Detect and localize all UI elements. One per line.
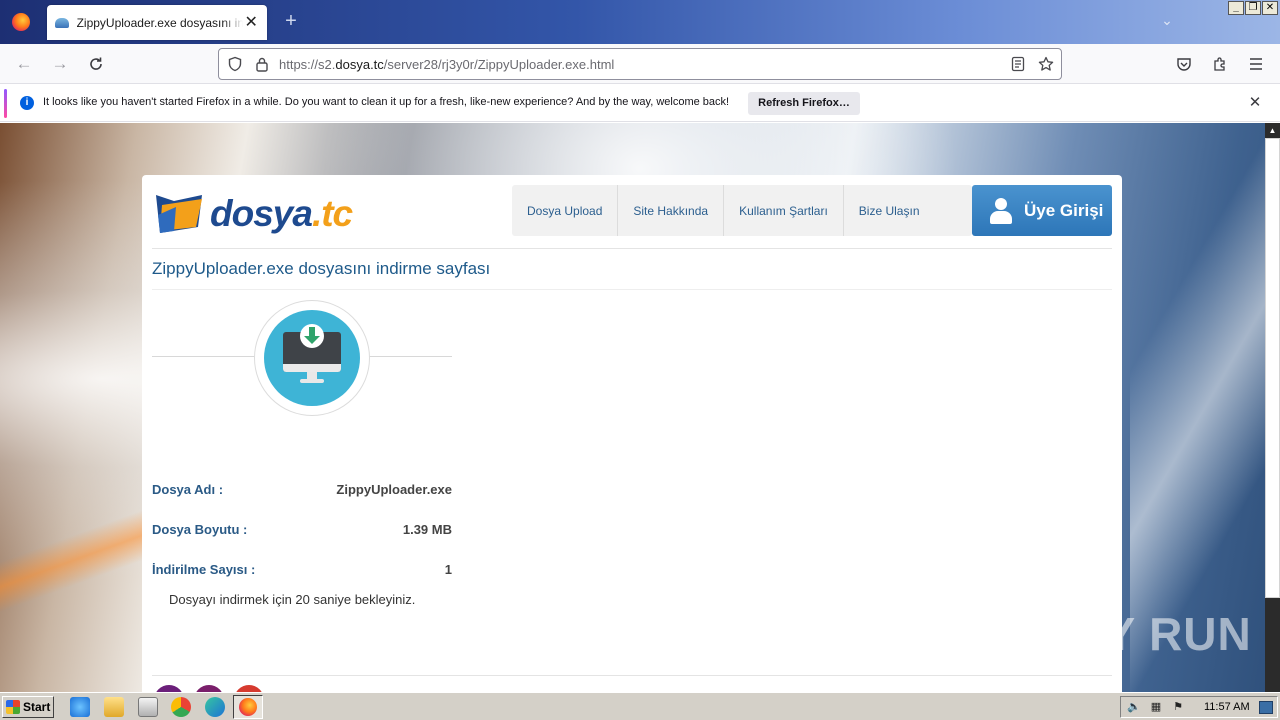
pocket-icon[interactable] bbox=[1174, 54, 1194, 74]
file-name-row: Dosya Adı : ZippyUploader.exe bbox=[152, 482, 452, 502]
top-navigation: Dosya Upload Site Hakkında Kullanım Şart… bbox=[512, 185, 972, 236]
url-prefix: https://s2. bbox=[279, 57, 336, 72]
file-size-value: 1.39 MB bbox=[402, 522, 452, 537]
system-tray: 🔈 ▦ ⚑ 11:57 AM bbox=[1120, 696, 1278, 718]
chrome-icon[interactable] bbox=[171, 697, 191, 717]
tab-strip: ZippyUploader.exe dosyasını indirme sayf… bbox=[0, 0, 1280, 44]
show-desktop-icon[interactable] bbox=[1259, 701, 1273, 714]
divider bbox=[152, 675, 1112, 676]
vertical-scrollbar[interactable]: ▲ bbox=[1265, 123, 1280, 692]
back-arrow-icon[interactable]: ← bbox=[12, 52, 36, 76]
reader-view-icon[interactable] bbox=[1009, 55, 1027, 73]
new-tab-plus-icon[interactable]: + bbox=[279, 10, 303, 33]
tracking-shield-icon[interactable] bbox=[226, 55, 244, 73]
action-center-flag-icon[interactable]: ⚑ bbox=[1171, 701, 1185, 714]
wait-message: Dosyayı indirmek için 20 saniye bekleyin… bbox=[169, 592, 416, 607]
logo-wordmark: dosya.tc bbox=[210, 193, 353, 234]
windows-taskbar: Start 🔈 ▦ ⚑ 11:57 AM bbox=[0, 692, 1280, 720]
site-logo[interactable]: dosya.tc bbox=[154, 187, 353, 237]
file-name-label: Dosya Adı : bbox=[152, 482, 224, 497]
page-viewport: dosya.tc Dosya Upload Site Hakkında Kull… bbox=[0, 123, 1280, 692]
notification-message: It looks like you haven't started Firefo… bbox=[43, 96, 730, 108]
clock: 11:57 AM bbox=[1204, 701, 1250, 713]
file-size-row: Dosya Boyutu : 1.39 MB bbox=[152, 522, 452, 542]
media-player-icon[interactable] bbox=[138, 697, 158, 717]
volume-icon[interactable]: 🔈 bbox=[1127, 701, 1141, 714]
download-count-label: İndirilme Sayısı : bbox=[152, 562, 256, 577]
start-label: Start bbox=[23, 700, 51, 714]
download-circle bbox=[264, 310, 360, 406]
start-button[interactable]: Start bbox=[2, 696, 54, 718]
file-size-label: Dosya Boyutu : bbox=[152, 522, 248, 537]
restore-icon[interactable]: ❐ bbox=[1245, 1, 1261, 15]
url-host: dosya.tc bbox=[335, 57, 384, 72]
social-icon[interactable] bbox=[194, 685, 224, 692]
active-tab[interactable]: ZippyUploader.exe dosyasını indirme sayf… bbox=[47, 5, 267, 40]
bookmark-star-icon[interactable] bbox=[1037, 55, 1055, 73]
scroll-up-arrow-icon[interactable]: ▲ bbox=[1265, 123, 1280, 138]
nav-bize-ulasin[interactable]: Bize Ulaşın bbox=[844, 185, 972, 236]
close-window-icon[interactable]: ✕ bbox=[1262, 1, 1278, 15]
firefox-menu-button[interactable] bbox=[0, 0, 42, 44]
divider bbox=[152, 289, 1112, 290]
firefox-taskbar-button[interactable] bbox=[233, 695, 263, 719]
social-icon[interactable] bbox=[234, 685, 264, 692]
nav-kullanim-sartlari[interactable]: Kullanım Şartları bbox=[724, 185, 844, 236]
file-name-value: ZippyUploader.exe bbox=[336, 482, 452, 497]
forward-arrow-icon[interactable]: → bbox=[48, 52, 72, 76]
user-icon bbox=[988, 197, 1014, 225]
info-icon: i bbox=[20, 96, 34, 110]
navigation-toolbar: ← → https://s2.dosya.tc/server28/rj3y0r/… bbox=[0, 44, 1280, 84]
edge-icon[interactable] bbox=[205, 697, 225, 717]
anyrun-watermark: ANY RUN bbox=[1036, 608, 1252, 660]
reload-icon[interactable] bbox=[84, 52, 108, 76]
background-streak bbox=[0, 503, 160, 613]
extensions-puzzle-icon[interactable] bbox=[1210, 54, 1230, 74]
tab-title: ZippyUploader.exe dosyasını indirme sayf… bbox=[76, 15, 244, 30]
tab-favicon-icon bbox=[55, 17, 69, 28]
folder-icon[interactable] bbox=[104, 697, 124, 717]
window-controls: _ ❐ ✕ bbox=[1228, 1, 1278, 15]
divider bbox=[152, 248, 1112, 249]
nav-dosya-upload[interactable]: Dosya Upload bbox=[512, 185, 619, 236]
tab-close-icon[interactable]: ✕ bbox=[243, 14, 259, 31]
refresh-firefox-button[interactable]: Refresh Firefox… bbox=[748, 92, 860, 115]
social-icon[interactable] bbox=[154, 685, 184, 692]
download-count-value: 1 bbox=[444, 562, 452, 577]
firefox-logo-icon bbox=[12, 13, 30, 31]
url-path: /server28/rj3y0r/ZippyUploader.exe.html bbox=[383, 57, 615, 72]
scroll-track-lower[interactable] bbox=[1265, 598, 1280, 692]
url-text[interactable]: https://s2.dosya.tc/server28/rj3y0r/Zipp… bbox=[279, 57, 614, 72]
firefox-icon bbox=[239, 698, 257, 716]
notification-bar: i It looks like you haven't started Fire… bbox=[0, 85, 1280, 122]
page-title: ZippyUploader.exe dosyasını indirme sayf… bbox=[152, 259, 491, 278]
nav-site-hakkinda[interactable]: Site Hakkında bbox=[618, 185, 725, 236]
hamburger-menu-icon[interactable] bbox=[1246, 54, 1266, 74]
content-card: dosya.tc Dosya Upload Site Hakkında Kull… bbox=[142, 175, 1122, 692]
login-button[interactable]: Üye Girişi bbox=[972, 185, 1112, 236]
logo-folder-icon bbox=[156, 195, 202, 233]
network-icon[interactable]: ▦ bbox=[1149, 701, 1163, 714]
notification-accent-stripe bbox=[4, 89, 7, 118]
login-label: Üye Girişi bbox=[1024, 200, 1104, 220]
download-graphic bbox=[254, 300, 370, 416]
windows-flag-icon bbox=[6, 700, 20, 714]
scroll-thumb[interactable] bbox=[1265, 138, 1280, 598]
notification-close-icon[interactable]: ✕ bbox=[1246, 94, 1264, 112]
download-count-row: İndirilme Sayısı : 1 bbox=[152, 562, 452, 582]
url-bar[interactable]: https://s2.dosya.tc/server28/rj3y0r/Zipp… bbox=[218, 48, 1062, 80]
padlock-icon[interactable] bbox=[253, 55, 271, 73]
list-all-tabs-chevron-icon[interactable]: ⌄ bbox=[1157, 12, 1177, 29]
internet-explorer-icon[interactable] bbox=[70, 697, 90, 717]
minimize-icon[interactable]: _ bbox=[1228, 1, 1244, 15]
